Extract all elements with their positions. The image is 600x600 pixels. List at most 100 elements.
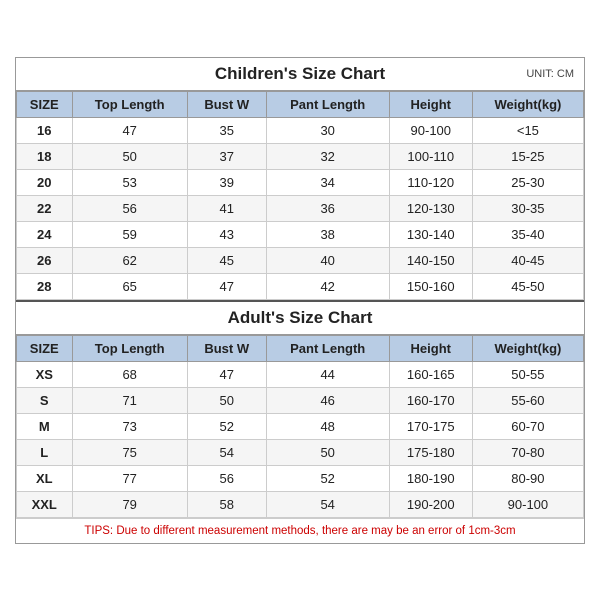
table-cell: 58: [187, 491, 266, 517]
table-cell: 45: [187, 247, 266, 273]
table-row: XS684744160-16550-55: [17, 361, 584, 387]
table-cell: 60-70: [472, 413, 583, 439]
table-cell: 38: [266, 221, 389, 247]
table-cell: 79: [72, 491, 187, 517]
table-row: M735248170-17560-70: [17, 413, 584, 439]
table-cell: L: [17, 439, 73, 465]
table-cell: 39: [187, 169, 266, 195]
table-cell: 46: [266, 387, 389, 413]
table-cell: 30: [266, 117, 389, 143]
table-cell: 73: [72, 413, 187, 439]
table-cell: 175-180: [389, 439, 472, 465]
table-cell: 34: [266, 169, 389, 195]
adult-header-row: SIZE Top Length Bust W Pant Length Heigh…: [17, 335, 584, 361]
table-cell: 77: [72, 465, 187, 491]
size-chart-container: Children's Size Chart UNIT: CM SIZE Top …: [15, 57, 585, 544]
table-row: XL775652180-19080-90: [17, 465, 584, 491]
table-row: 22564136120-13030-35: [17, 195, 584, 221]
table-row: S715046160-17055-60: [17, 387, 584, 413]
table-cell: 28: [17, 273, 73, 299]
table-cell: 47: [187, 273, 266, 299]
table-cell: 75: [72, 439, 187, 465]
table-cell: 42: [266, 273, 389, 299]
table-cell: 47: [187, 361, 266, 387]
table-cell: 36: [266, 195, 389, 221]
children-col-size: SIZE: [17, 91, 73, 117]
table-cell: 59: [72, 221, 187, 247]
table-cell: 170-175: [389, 413, 472, 439]
children-title-row: Children's Size Chart UNIT: CM: [16, 58, 584, 91]
table-cell: 53: [72, 169, 187, 195]
table-row: 26624540140-15040-45: [17, 247, 584, 273]
table-row: L755450175-18070-80: [17, 439, 584, 465]
table-cell: 50: [72, 143, 187, 169]
table-row: 24594338130-14035-40: [17, 221, 584, 247]
table-cell: 50-55: [472, 361, 583, 387]
table-cell: <15: [472, 117, 583, 143]
table-cell: XXL: [17, 491, 73, 517]
adult-col-weight: Weight(kg): [472, 335, 583, 361]
table-cell: 25-30: [472, 169, 583, 195]
table-cell: 22: [17, 195, 73, 221]
table-row: 18503732100-11015-25: [17, 143, 584, 169]
adult-col-pantlength: Pant Length: [266, 335, 389, 361]
table-cell: 20: [17, 169, 73, 195]
table-cell: 52: [187, 413, 266, 439]
table-cell: 35: [187, 117, 266, 143]
table-cell: 35-40: [472, 221, 583, 247]
table-cell: 180-190: [389, 465, 472, 491]
table-cell: 120-130: [389, 195, 472, 221]
table-cell: 54: [266, 491, 389, 517]
table-cell: 54: [187, 439, 266, 465]
table-cell: 32: [266, 143, 389, 169]
table-cell: 110-120: [389, 169, 472, 195]
table-cell: 37: [187, 143, 266, 169]
table-cell: 160-165: [389, 361, 472, 387]
table-cell: 41: [187, 195, 266, 221]
table-cell: 44: [266, 361, 389, 387]
adult-col-toplength: Top Length: [72, 335, 187, 361]
adult-size-table: SIZE Top Length Bust W Pant Length Heigh…: [16, 335, 584, 518]
table-cell: 190-200: [389, 491, 472, 517]
table-cell: 15-25: [472, 143, 583, 169]
table-cell: 90-100: [389, 117, 472, 143]
adult-col-height: Height: [389, 335, 472, 361]
table-cell: 40-45: [472, 247, 583, 273]
children-chart-title: Children's Size Chart: [215, 64, 385, 84]
children-col-height: Height: [389, 91, 472, 117]
children-col-bustw: Bust W: [187, 91, 266, 117]
table-cell: 62: [72, 247, 187, 273]
table-cell: 40: [266, 247, 389, 273]
table-cell: 140-150: [389, 247, 472, 273]
children-header-row: SIZE Top Length Bust W Pant Length Heigh…: [17, 91, 584, 117]
table-cell: 150-160: [389, 273, 472, 299]
table-cell: 160-170: [389, 387, 472, 413]
table-row: 1647353090-100<15: [17, 117, 584, 143]
table-cell: 16: [17, 117, 73, 143]
table-cell: 30-35: [472, 195, 583, 221]
table-cell: 100-110: [389, 143, 472, 169]
table-cell: 56: [187, 465, 266, 491]
adult-col-size: SIZE: [17, 335, 73, 361]
table-cell: 71: [72, 387, 187, 413]
table-cell: 56: [72, 195, 187, 221]
table-cell: 43: [187, 221, 266, 247]
table-cell: XS: [17, 361, 73, 387]
table-cell: 45-50: [472, 273, 583, 299]
table-cell: 50: [187, 387, 266, 413]
table-cell: S: [17, 387, 73, 413]
table-cell: 52: [266, 465, 389, 491]
table-cell: 130-140: [389, 221, 472, 247]
table-cell: 26: [17, 247, 73, 273]
children-col-pantlength: Pant Length: [266, 91, 389, 117]
table-cell: 48: [266, 413, 389, 439]
children-col-toplength: Top Length: [72, 91, 187, 117]
adult-title-row: Adult's Size Chart: [16, 300, 584, 335]
table-cell: 50: [266, 439, 389, 465]
table-cell: 70-80: [472, 439, 583, 465]
tips-row: TIPS: Due to different measurement metho…: [16, 518, 584, 543]
adult-chart-title: Adult's Size Chart: [228, 308, 373, 328]
table-cell: 68: [72, 361, 187, 387]
table-cell: M: [17, 413, 73, 439]
table-cell: 65: [72, 273, 187, 299]
